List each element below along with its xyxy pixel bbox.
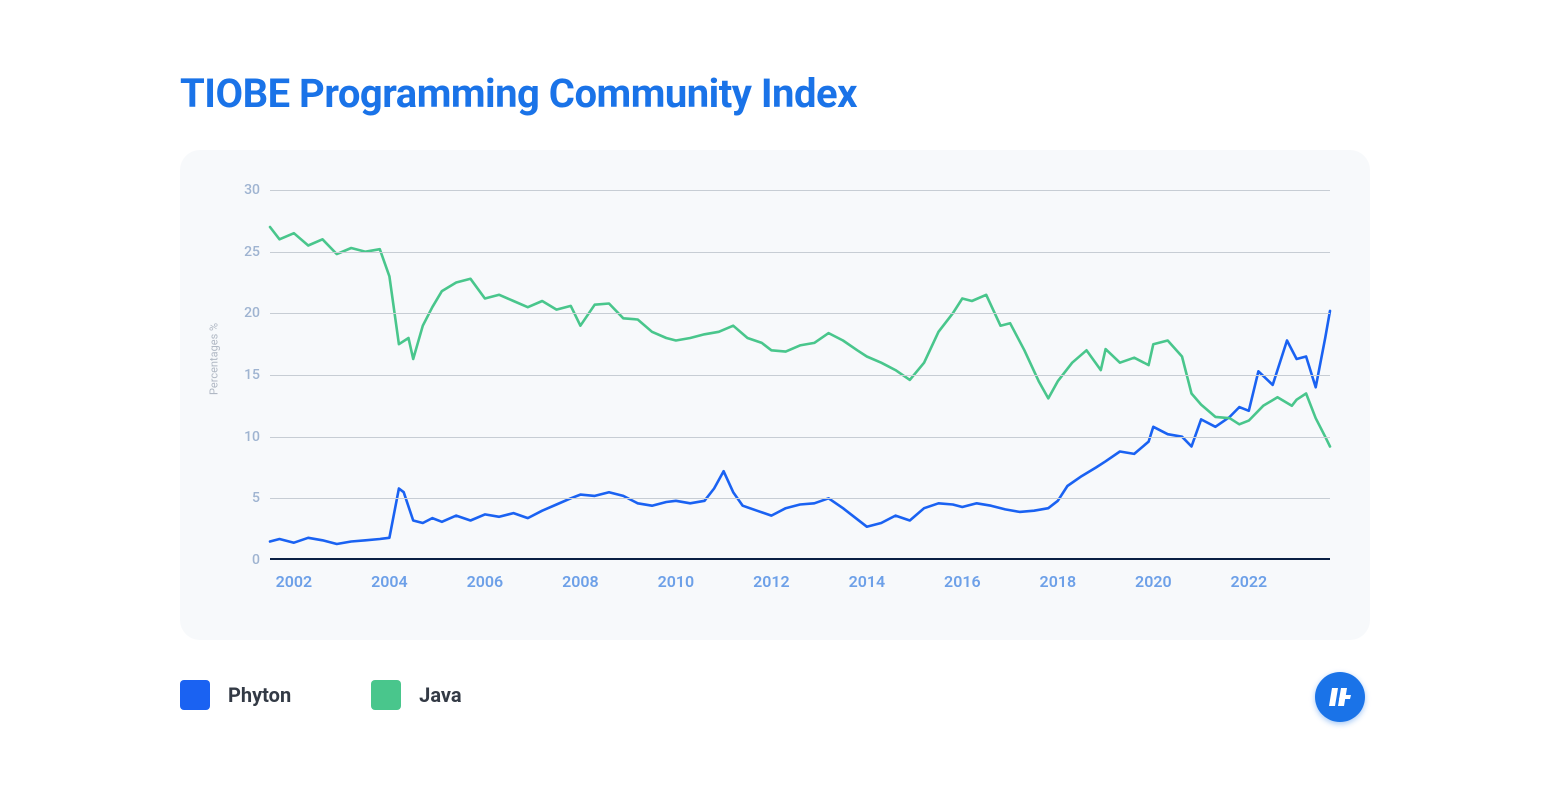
- legend-item-phyton: Phyton: [180, 680, 291, 710]
- gridline: [270, 437, 1330, 438]
- legend-swatch: [371, 680, 401, 710]
- chart-panel: Percentages % 05101520253020022004200620…: [180, 150, 1370, 640]
- x-tick-label: 2012: [753, 572, 790, 591]
- y-tick-label: 25: [244, 244, 260, 260]
- brand-logo-glyph: [1327, 684, 1353, 710]
- x-tick-label: 2020: [1135, 572, 1172, 591]
- x-tick-label: 2014: [849, 572, 886, 591]
- x-tick-label: 2006: [467, 572, 504, 591]
- x-tick-label: 2022: [1231, 572, 1268, 591]
- y-tick-label: 30: [244, 182, 260, 198]
- legend-item-java: Java: [371, 680, 461, 710]
- gridline: [270, 375, 1330, 376]
- legend-swatch: [180, 680, 210, 710]
- gridline: [270, 252, 1330, 253]
- y-tick-label: 10: [244, 429, 260, 445]
- x-tick-label: 2010: [658, 572, 695, 591]
- x-tick-label: 2002: [276, 572, 313, 591]
- y-axis-label: Percentages %: [208, 323, 221, 395]
- legend-label: Java: [419, 683, 461, 707]
- legend-label: Phyton: [228, 683, 291, 707]
- x-tick-label: 2016: [944, 572, 981, 591]
- brand-logo-icon: [1315, 672, 1365, 722]
- x-tick-label: 2008: [562, 572, 599, 591]
- series-line-java: [270, 227, 1330, 447]
- plot-area: 0510152025302002200420062008201020122014…: [270, 190, 1330, 560]
- x-tick-label: 2018: [1040, 572, 1077, 591]
- y-tick-label: 15: [244, 367, 260, 383]
- legend: Phyton Java: [180, 680, 462, 710]
- y-tick-label: 5: [252, 490, 260, 506]
- x-tick-label: 2004: [371, 572, 408, 591]
- y-tick-label: 20: [244, 305, 260, 321]
- gridline: [270, 498, 1330, 499]
- gridline: [270, 313, 1330, 314]
- gridline: [270, 190, 1330, 191]
- chart-title: TIOBE Programming Community Index: [180, 70, 857, 117]
- y-tick-label: 0: [252, 552, 260, 568]
